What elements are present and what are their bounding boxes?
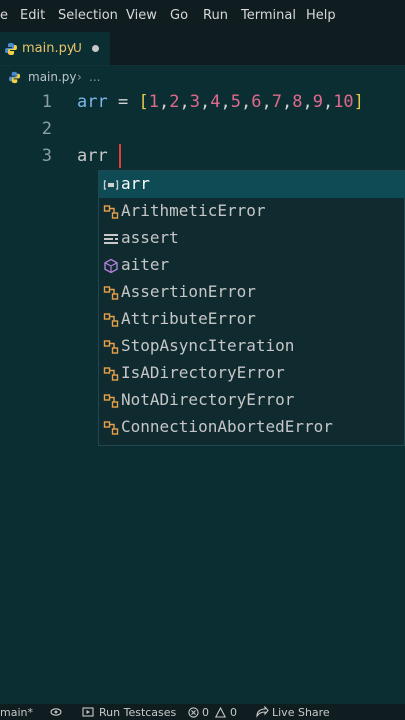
suggestion-item[interactable]: AssertionError [99,279,405,306]
line-number: 1 [41,92,52,112]
variable-icon [103,180,119,190]
token-number: 10 [333,92,354,112]
suggestion-label: StopAsyncIteration [121,336,295,355]
suggestion-label: aiter [121,255,170,274]
warning-icon [215,707,226,718]
token-bracket: ] [353,92,364,112]
suggestion-item[interactable]: NotADirectoryError [99,387,405,414]
token-number: 1 [148,92,159,112]
menu-edit[interactable]: Edit [20,8,45,23]
method-icon [104,258,118,274]
token-number: 2 [169,92,180,112]
token-number: 4 [210,92,221,112]
suggestion-label: arr [121,174,150,193]
suggestion-item[interactable]: ArithmeticError [99,198,405,225]
breadcrumb-more[interactable]: ... [89,70,100,84]
class-icon [103,286,119,300]
suggestion-label: NotADirectoryError [121,390,295,409]
line-number: 3 [41,146,52,166]
suggestion-item[interactable]: IsADirectoryError [99,360,405,387]
token-number: 9 [312,92,323,112]
menu-bar: e Edit Selection View Go Run Terminal He… [0,0,405,32]
tab-main-py[interactable]: main.py U [0,32,110,65]
python-file-icon [8,71,21,84]
error-icon [188,707,199,718]
text-cursor [119,144,121,168]
class-icon [103,313,119,327]
tab-filename: main.py [22,41,75,56]
warning-count[interactable]: 0 [230,706,237,719]
token-number: 3 [189,92,200,112]
suggestion-label: AssertionError [121,282,256,301]
menu-run[interactable]: Run [203,8,228,23]
suggestion-item[interactable]: AttributeError [99,306,405,333]
class-icon [103,367,119,381]
code-line-3[interactable]: arr [77,146,108,166]
suggestion-item[interactable]: StopAsyncIteration [99,333,405,360]
keyword-icon [104,234,118,244]
token-bracket: [ [138,92,149,112]
python-file-icon [5,43,17,55]
token-operator: = [107,92,139,112]
status-bar: main* Run Testcases 0 0 Live Share [0,704,405,720]
class-icon [103,394,119,408]
code-line-1[interactable]: arr = [1,2,3,4,5,6,7,8,9,10] [77,92,364,112]
class-icon [103,421,119,435]
suggestion-label: ConnectionAbortedError [121,417,333,436]
tab-bar: main.py U [0,32,405,66]
suggestion-item[interactable]: aiter [99,252,405,279]
live-share-button[interactable]: Live Share [272,706,330,719]
suggestion-item[interactable]: ConnectionAbortedError [99,414,405,441]
menu-help[interactable]: Help [306,8,336,23]
run-testcases-button[interactable]: Run Testcases [99,706,176,719]
menu-file[interactable]: e [0,8,8,23]
autocomplete-popup: arr ArithmeticError assert aiter Asserti… [98,170,405,446]
breadcrumb: main.py › ... [0,66,405,88]
suggestion-item[interactable]: arr [99,171,405,198]
menu-terminal[interactable]: Terminal [241,8,296,23]
token-number: 7 [271,92,282,112]
class-icon [103,340,119,354]
live-share-icon [256,706,269,718]
suggestion-label: ArithmeticError [121,201,266,220]
suggestion-label: AttributeError [121,309,256,328]
tab-status-badge: U [73,41,82,55]
suggestion-item[interactable]: assert [99,225,405,252]
breadcrumb-separator: › [77,70,82,84]
token-number: 8 [292,92,303,112]
breadcrumb-file[interactable]: main.py [28,70,77,84]
line-number: 2 [41,119,52,139]
token-variable: arr [77,92,108,112]
run-testcases-icon [82,707,94,717]
menu-view[interactable]: View [126,8,157,23]
token-number: 6 [251,92,262,112]
menu-go[interactable]: Go [170,8,188,23]
token-number: 5 [230,92,241,112]
branch-status[interactable]: main* [0,706,33,719]
menu-selection[interactable]: Selection [58,8,118,23]
error-count[interactable]: 0 [202,706,209,719]
suggestion-label: IsADirectoryError [121,363,285,382]
class-icon [103,205,119,219]
eye-icon[interactable] [50,707,62,717]
suggestion-label: assert [121,228,179,247]
unsaved-dot-icon[interactable] [92,45,99,52]
